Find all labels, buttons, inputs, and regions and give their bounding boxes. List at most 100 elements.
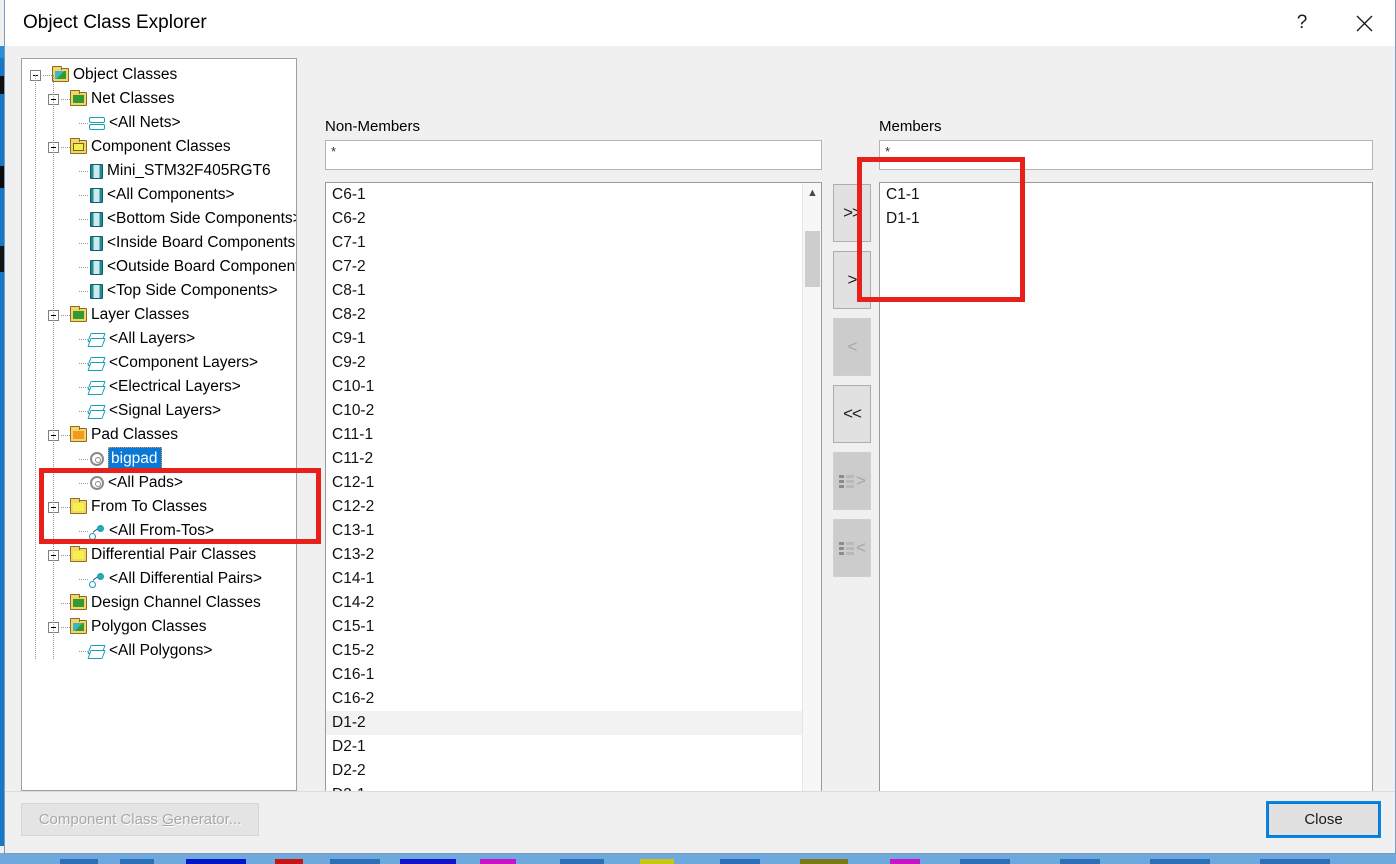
tree-item-component-classes[interactable]: Component Classes: [22, 135, 296, 159]
list-item[interactable]: D1-1: [880, 207, 1372, 231]
chip-icon: [90, 163, 103, 179]
list-item[interactable]: C15-2: [326, 639, 802, 663]
members-items: C1-1 D1-1: [880, 183, 1372, 826]
list-item[interactable]: C11-2: [326, 447, 802, 471]
list-item[interactable]: C6-1: [326, 183, 802, 207]
tree-item-net-classes[interactable]: Net Classes: [22, 87, 296, 111]
list-item[interactable]: C13-1: [326, 519, 802, 543]
layers-icon: [88, 381, 105, 395]
list-item[interactable]: C9-1: [326, 327, 802, 351]
tree-item-bigpad[interactable]: bigpad: [22, 447, 296, 471]
tree-item-all-from-tos[interactable]: <All From-Tos>: [22, 519, 296, 543]
list-item[interactable]: C9-2: [326, 351, 802, 375]
tree-item-all-nets[interactable]: <All Nets>: [22, 111, 296, 135]
list-item[interactable]: C14-1: [326, 567, 802, 591]
folder-polygon-icon: [70, 618, 87, 634]
tree-item-from-to-classes[interactable]: From To Classes: [22, 495, 296, 519]
list-item[interactable]: C10-1: [326, 375, 802, 399]
members-filter-value: *: [885, 144, 891, 159]
list-item[interactable]: C16-2: [326, 687, 802, 711]
tree-item-top-side-components[interactable]: <Top Side Components>: [22, 279, 296, 303]
list-item[interactable]: C7-1: [326, 231, 802, 255]
list-item[interactable]: D2-1: [326, 735, 802, 759]
scrollbar-thumb[interactable]: [805, 231, 820, 287]
list-item[interactable]: C7-2: [326, 255, 802, 279]
list-item[interactable]: C12-1: [326, 471, 802, 495]
tree-item-inside-board-components[interactable]: <Inside Board Components>: [22, 231, 296, 255]
list-item[interactable]: C15-1: [326, 615, 802, 639]
tree-item-label: Mini_STM32F405RGT6: [107, 162, 271, 179]
tree-item-all-components[interactable]: <All Components>: [22, 183, 296, 207]
list-item[interactable]: C8-2: [326, 303, 802, 327]
list-item[interactable]: C16-1: [326, 663, 802, 687]
tree-item-electrical-layers[interactable]: <Electrical Layers>: [22, 375, 296, 399]
chevron-left-icon: <: [856, 538, 866, 557]
tree-connector-line: [79, 267, 88, 268]
tree-item-polygon-classes[interactable]: Polygon Classes: [22, 615, 296, 639]
move-all-left-button[interactable]: <<: [833, 385, 871, 443]
object-classes-tree[interactable]: Object Classes Net Classes <All Nets> Compo…: [21, 58, 297, 791]
non-members-label: Non-Members: [325, 118, 421, 135]
tree-item-object-classes[interactable]: Object Classes: [22, 63, 296, 87]
tree-item-label: Layer Classes: [91, 306, 190, 323]
tree-item-mini-stm32f405rgt6[interactable]: Mini_STM32F405RGT6: [22, 159, 296, 183]
chip-icon: [90, 283, 103, 299]
tree-item-pad-classes[interactable]: Pad Classes: [22, 423, 296, 447]
object-class-explorer-dialog: Object Class Explorer ? Object Classes Ne…: [4, 0, 1396, 854]
tree-item-differential-pair-classes[interactable]: Differential Pair Classes: [22, 543, 296, 567]
close-icon: [1356, 15, 1372, 31]
chip-icon: [90, 187, 103, 203]
non-members-list[interactable]: C6-1 C6-2 C7-1 C7-2 C8-1 C8-2 C9-1 C9-2 C10-1 C10…: [325, 182, 822, 827]
help-button[interactable]: ?: [1271, 0, 1333, 46]
tree-connector-line: [79, 339, 88, 340]
list-item[interactable]: C1-1: [880, 183, 1372, 207]
double-chevron-right-icon: >>: [843, 203, 862, 222]
window-title: Object Class Explorer: [23, 12, 207, 33]
tree-connector-line: [79, 387, 88, 388]
tree-item-component-layers[interactable]: <Component Layers>: [22, 351, 296, 375]
list-item[interactable]: C6-2: [326, 207, 802, 231]
list-item[interactable]: C8-1: [326, 279, 802, 303]
list-item[interactable]: C12-2: [326, 495, 802, 519]
members-filter-input[interactable]: *: [879, 140, 1373, 170]
tree-item-bottom-side-components[interactable]: <Bottom Side Components>: [22, 207, 296, 231]
close-button[interactable]: Close: [1266, 801, 1381, 838]
chevron-right-icon: >: [856, 471, 866, 490]
double-chevron-left-icon: <<: [843, 404, 862, 423]
move-right-button[interactable]: >: [833, 251, 871, 309]
move-all-right-button[interactable]: >>: [833, 184, 871, 242]
list-item[interactable]: C13-2: [326, 543, 802, 567]
tree-item-all-differential-pairs[interactable]: <All Differential Pairs>: [22, 567, 296, 591]
list-item[interactable]: D2-2: [326, 759, 802, 783]
window-close-button[interactable]: [1333, 0, 1395, 46]
tree-item-layer-classes[interactable]: Layer Classes: [22, 303, 296, 327]
tree-item-label: Design Channel Classes: [91, 594, 261, 611]
tree-item-label: From To Classes: [91, 498, 207, 515]
tree-item-outside-board-components[interactable]: <Outside Board Components>: [22, 255, 296, 279]
tree-connector-line: [79, 219, 88, 220]
tree-item-design-channel-classes[interactable]: Design Channel Classes: [22, 591, 296, 615]
tree-item-all-pads[interactable]: <All Pads>: [22, 471, 296, 495]
members-list[interactable]: C1-1 D1-1: [879, 182, 1373, 827]
chip-icon: [90, 211, 103, 227]
list-item[interactable]: C10-2: [326, 399, 802, 423]
list-item[interactable]: C14-2: [326, 591, 802, 615]
list-item[interactable]: C11-1: [326, 423, 802, 447]
tree-item-all-polygons[interactable]: <All Polygons>: [22, 639, 296, 663]
list-item[interactable]: D1-2: [326, 711, 802, 735]
folder-diffpair-icon: [70, 546, 87, 562]
tree-item-all-layers[interactable]: <All Layers>: [22, 327, 296, 351]
non-members-filter-input[interactable]: *: [325, 140, 822, 170]
tree-item-signal-layers[interactable]: <Signal Layers>: [22, 399, 296, 423]
tree-connector-line: [79, 291, 88, 292]
folder-channel-icon: [70, 594, 87, 610]
scroll-up-icon[interactable]: ▲: [803, 183, 821, 203]
non-members-scrollbar[interactable]: ▲ ▼: [802, 183, 821, 826]
